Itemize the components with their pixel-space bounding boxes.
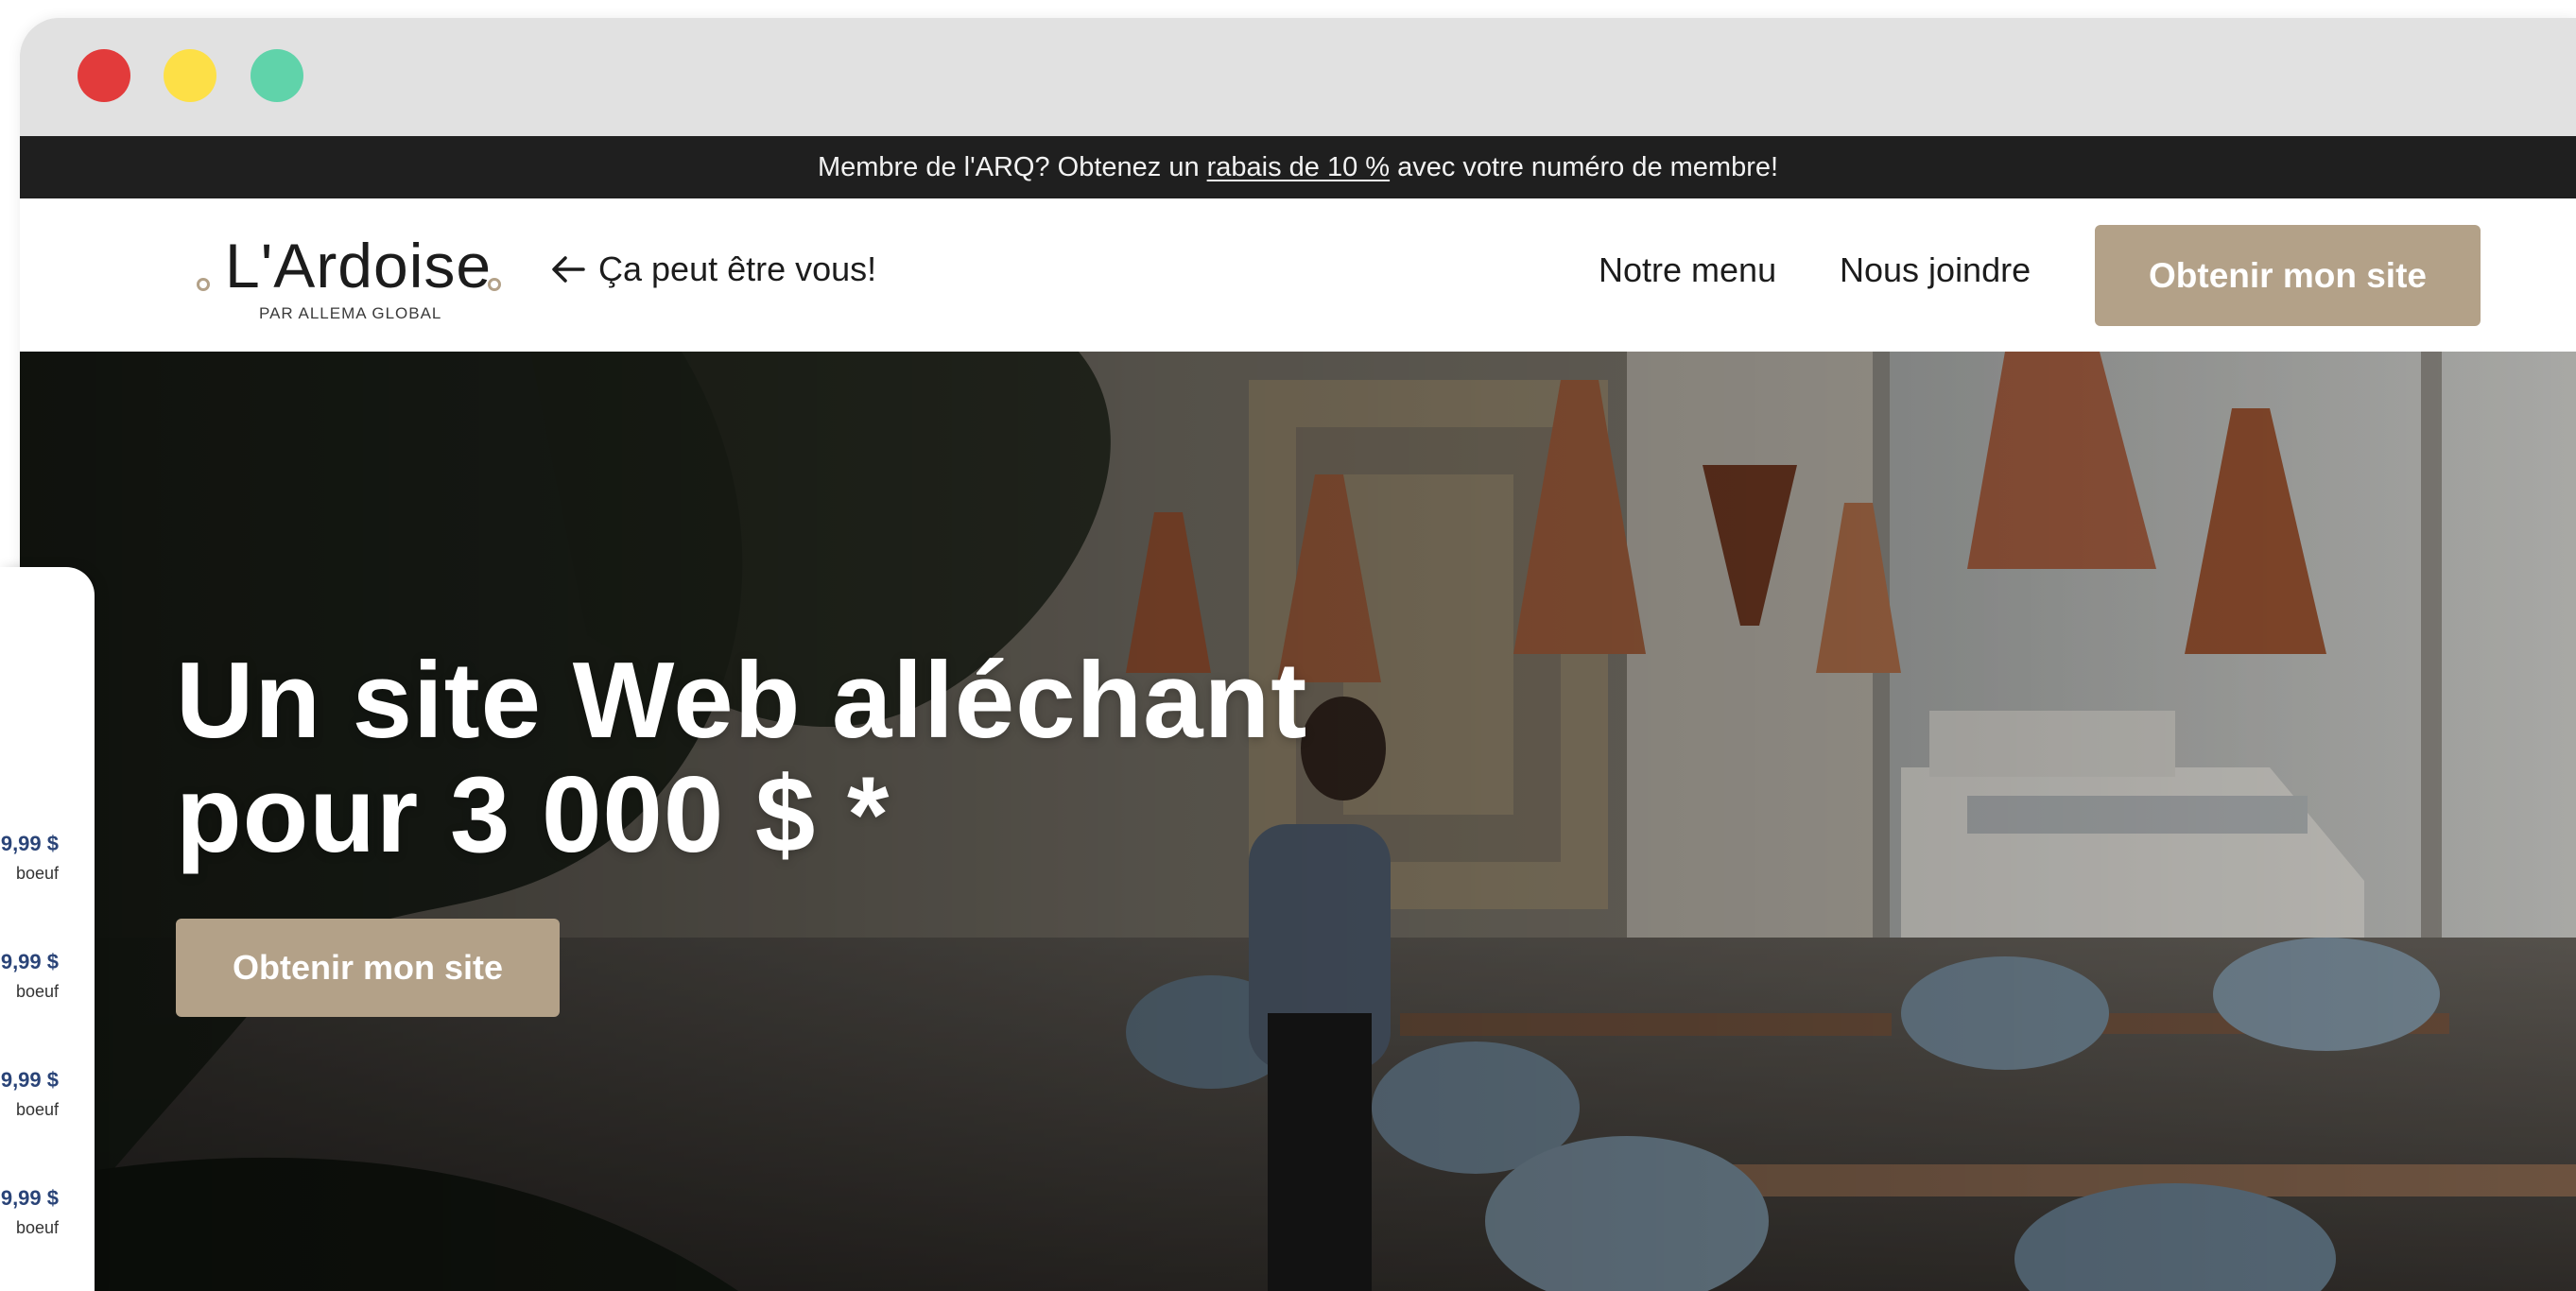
menu-item-description: boeuf <box>15 982 59 1001</box>
arrow-left-icon <box>552 256 585 283</box>
browser-window: Membre de l'ARQ? Obtenez un rabais de 10… <box>20 18 2576 1291</box>
logo-ring-left-icon <box>197 278 210 291</box>
menu-item-description: boeuf <box>15 864 59 883</box>
announcement-text-after: avec votre numéro de membre! <box>1397 151 1779 182</box>
site-header: L'Ardoise PAR ALLEMA GLOBAL Ça peut être… <box>20 198 2576 352</box>
logo-ring-right-icon <box>488 278 501 291</box>
back-link[interactable]: Ça peut être vous! <box>551 250 876 289</box>
nav-link-contact[interactable]: Nous joindre <box>1840 250 2031 290</box>
logo-wordmark: L'Ardoise <box>225 231 493 301</box>
discount-link[interactable]: rabais de 10 % <box>1207 152 1390 183</box>
hero-title: Un site Web alléchant pour 3 000 $ * <box>176 641 1405 875</box>
hero-get-site-button[interactable]: Obtenir mon site <box>176 919 560 1017</box>
hero-title-line-2: pour 3 000 $ * <box>176 754 890 875</box>
menu-item-price: 9,99 $ <box>0 1068 59 1092</box>
menu-item-description: boeuf <box>15 1100 59 1119</box>
menu-preview-card: 9,99 $ boeuf 9,99 $ boeuf 9,99 $ boeuf 9… <box>0 567 95 1291</box>
menu-item-price: 9,99 $ <box>0 950 59 973</box>
logo-tagline: PAR ALLEMA GLOBAL <box>259 304 442 322</box>
menu-item: 9,99 $ boeuf <box>1 1068 59 1120</box>
hero-title-line-1: Un site Web alléchant <box>176 641 1308 761</box>
back-link-label: Ça peut être vous! <box>598 250 877 288</box>
announcement-text-before: Membre de l'ARQ? Obtenez un <box>817 151 1200 182</box>
menu-item: 9,99 $ boeuf <box>1 832 59 884</box>
menu-item-description: boeuf <box>15 1218 59 1237</box>
menu-item-price: 9,99 $ <box>0 832 59 855</box>
nav-link-menu[interactable]: Notre menu <box>1599 250 1776 290</box>
window-titlebar <box>20 18 2576 136</box>
maximize-window-button[interactable] <box>251 49 303 102</box>
hero-section: Un site Web alléchant pour 3 000 $ * Obt… <box>20 352 2576 1291</box>
menu-item: 9,99 $ boeuf <box>1 1186 59 1238</box>
announcement-bar: Membre de l'ARQ? Obtenez un rabais de 10… <box>20 136 2576 198</box>
close-window-button[interactable] <box>78 49 130 102</box>
menu-item-price: 9,99 $ <box>0 1186 59 1210</box>
logo[interactable]: L'Ardoise PAR ALLEMA GLOBAL <box>176 227 526 322</box>
menu-item: 9,99 $ boeuf <box>1 950 59 1002</box>
minimize-window-button[interactable] <box>164 49 216 102</box>
get-site-button[interactable]: Obtenir mon site <box>2095 225 2481 326</box>
